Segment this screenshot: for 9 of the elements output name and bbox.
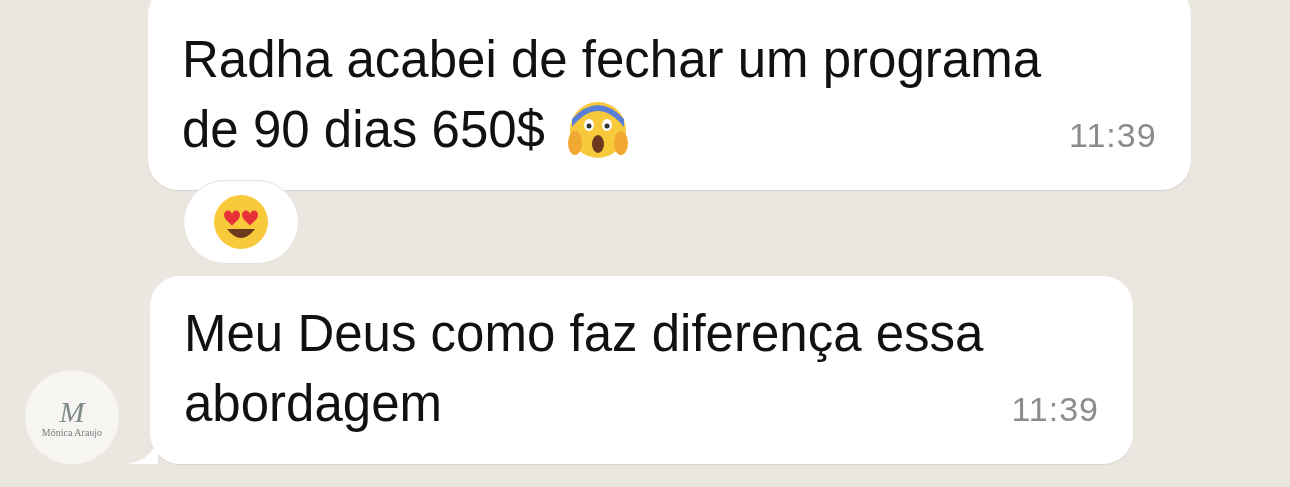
message-text: Meu Deus como faz diferença essa xyxy=(184,304,984,364)
avatar-logo[interactable]: M Mônica Araujo xyxy=(25,370,119,464)
message-text: abordagem xyxy=(184,374,442,434)
message-time: 11:39 xyxy=(1069,116,1157,155)
message-text: Radha acabei de fechar um programa xyxy=(182,30,1041,90)
message-time: 11:39 xyxy=(1011,390,1099,429)
logo-name: Mônica Araujo xyxy=(41,426,103,438)
message-text: de 90 dias 650$ xyxy=(182,100,545,160)
logo-monogram: M xyxy=(59,396,85,427)
